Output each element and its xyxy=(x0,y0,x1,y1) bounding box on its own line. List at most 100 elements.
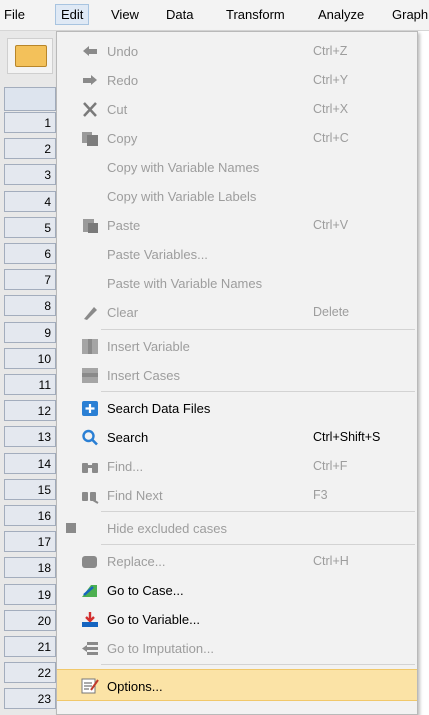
row-header[interactable]: 11 xyxy=(4,374,56,395)
row-header[interactable]: 23 xyxy=(4,688,56,710)
row-header[interactable]: 7 xyxy=(4,269,56,291)
menu-item-insert-cases[interactable]: Insert Cases xyxy=(57,361,417,390)
menu-analyze[interactable]: Analyze xyxy=(318,7,364,22)
checkbox-icon xyxy=(66,523,76,533)
menu-data[interactable]: Data xyxy=(166,7,193,22)
replace-icon xyxy=(82,556,97,568)
go-to-case-icon xyxy=(82,585,97,597)
menu-item-label: Go to Variable... xyxy=(107,612,200,627)
menu-item-shortcut: Ctrl+Shift+S xyxy=(313,430,381,444)
paste-icon xyxy=(83,219,98,233)
plus-icon xyxy=(82,401,98,416)
menu-item-find[interactable]: Find... Ctrl+F xyxy=(57,452,417,481)
copy-icon xyxy=(82,132,98,146)
edit-menu-dropdown: Undo Ctrl+Z Redo Ctrl+Y Cut Ctrl+X Copy … xyxy=(56,31,418,715)
menu-item-label: Go to Case... xyxy=(107,583,184,598)
menu-item-label: Insert Variable xyxy=(107,339,190,354)
row-header[interactable]: 8 xyxy=(4,295,56,317)
menu-item-cut[interactable]: Cut Ctrl+X xyxy=(57,95,417,124)
menu-separator xyxy=(101,511,415,512)
menu-item-label: Insert Cases xyxy=(107,368,180,383)
row-header[interactable]: 4 xyxy=(4,190,56,212)
menu-item-go-to-variable[interactable]: Go to Variable... xyxy=(57,605,417,634)
menu-item-label: Undo xyxy=(107,44,139,59)
row-header[interactable]: 10 xyxy=(4,347,56,369)
menu-item-shortcut: Ctrl+Z xyxy=(313,44,348,58)
menu-item-shortcut: Ctrl+V xyxy=(313,218,349,232)
menu-file[interactable]: File xyxy=(4,7,25,22)
menu-item-shortcut: F3 xyxy=(313,488,328,502)
menu-item-options[interactable]: Options... xyxy=(57,669,417,701)
open-file-button[interactable] xyxy=(7,38,53,74)
row-header[interactable]: 19 xyxy=(4,583,56,605)
search-icon xyxy=(82,429,98,446)
menu-item-label: Cut xyxy=(107,102,128,117)
menu-view[interactable]: View xyxy=(111,7,139,22)
menu-separator xyxy=(101,391,415,392)
row-header[interactable]: 5 xyxy=(4,216,56,238)
row-header[interactable]: 14 xyxy=(4,452,56,474)
row-header[interactable]: 17 xyxy=(4,531,56,553)
menu-item-label: Search xyxy=(107,430,149,445)
menu-item-paste[interactable]: Paste Ctrl+V xyxy=(57,211,417,240)
row-header[interactable]: 20 xyxy=(4,609,56,631)
menu-item-paste-with-variable-names[interactable]: Paste with Variable Names xyxy=(57,269,417,298)
menu-item-label: Replace... xyxy=(107,554,166,569)
folder-icon xyxy=(15,45,47,67)
menu-item-clear[interactable]: Clear Delete xyxy=(57,298,417,327)
options-icon xyxy=(81,678,99,694)
row-header[interactable]: 9 xyxy=(4,321,56,343)
menu-item-hide-excluded-cases[interactable]: Hide excluded cases xyxy=(57,514,417,543)
row-header[interactable]: 21 xyxy=(4,636,56,657)
eraser-icon xyxy=(84,307,97,320)
grid-corner-header xyxy=(4,87,56,111)
row-header[interactable]: 3 xyxy=(4,164,56,186)
menu-item-copy[interactable]: Copy Ctrl+C xyxy=(57,124,417,153)
menu-item-find-next[interactable]: Find Next F3 xyxy=(57,481,417,510)
cut-icon xyxy=(83,102,97,117)
menu-item-label: Copy with Variable Labels xyxy=(107,189,257,204)
find-next-icon xyxy=(82,492,99,504)
menu-item-label: Paste with Variable Names xyxy=(107,276,263,291)
go-to-variable-icon xyxy=(82,612,98,627)
row-header[interactable]: 2 xyxy=(4,138,56,160)
menu-item-label: Copy with Variable Names xyxy=(107,160,260,175)
menu-item-undo[interactable]: Undo Ctrl+Z xyxy=(57,37,417,66)
menu-transform[interactable]: Transform xyxy=(226,7,285,22)
row-header[interactable]: 13 xyxy=(4,426,56,448)
menu-item-insert-variable[interactable]: Insert Variable xyxy=(57,332,417,361)
menu-item-shortcut: Ctrl+C xyxy=(313,131,349,145)
menu-item-paste-variables[interactable]: Paste Variables... xyxy=(57,240,417,269)
menu-item-search[interactable]: Search Ctrl+Shift+S xyxy=(57,423,417,452)
menu-item-replace[interactable]: Replace... Ctrl+H xyxy=(57,547,417,576)
row-header[interactable]: 18 xyxy=(4,557,56,579)
menu-item-copy-with-variable-names[interactable]: Copy with Variable Names xyxy=(57,153,417,182)
menu-item-label: Copy xyxy=(107,131,138,146)
menu-item-shortcut: Ctrl+H xyxy=(313,554,349,568)
row-header[interactable]: 12 xyxy=(4,400,56,422)
go-to-imputation-icon xyxy=(82,642,98,655)
menu-graphs[interactable]: Graph xyxy=(392,7,428,22)
row-header[interactable]: 16 xyxy=(4,505,56,526)
menu-item-label: Search Data Files xyxy=(107,401,211,416)
menu-item-shortcut: Delete xyxy=(313,305,350,319)
row-header[interactable]: 6 xyxy=(4,243,56,264)
menu-item-label: Go to Imputation... xyxy=(107,641,214,656)
menu-edit[interactable]: Edit xyxy=(55,4,90,25)
row-header[interactable]: 22 xyxy=(4,662,56,684)
row-header[interactable]: 15 xyxy=(4,478,56,500)
menu-item-shortcut: Ctrl+X xyxy=(313,102,349,116)
insert-cases-icon xyxy=(82,368,98,383)
menu-item-label: Find... xyxy=(107,459,144,474)
menu-item-label: Redo xyxy=(107,73,139,88)
menu-item-redo[interactable]: Redo Ctrl+Y xyxy=(57,66,417,95)
menu-item-go-to-case[interactable]: Go to Case... xyxy=(57,576,417,605)
menu-item-go-to-imputation[interactable]: Go to Imputation... xyxy=(57,634,417,663)
menu-item-label: Find Next xyxy=(107,488,163,503)
menu-separator xyxy=(101,329,415,330)
row-header[interactable]: 1 xyxy=(4,112,56,133)
menu-item-copy-with-variable-labels[interactable]: Copy with Variable Labels xyxy=(57,182,417,211)
menu-separator xyxy=(101,664,415,665)
menu-item-search-data-files[interactable]: Search Data Files xyxy=(57,394,417,423)
data-editor-right-edge xyxy=(418,31,429,715)
